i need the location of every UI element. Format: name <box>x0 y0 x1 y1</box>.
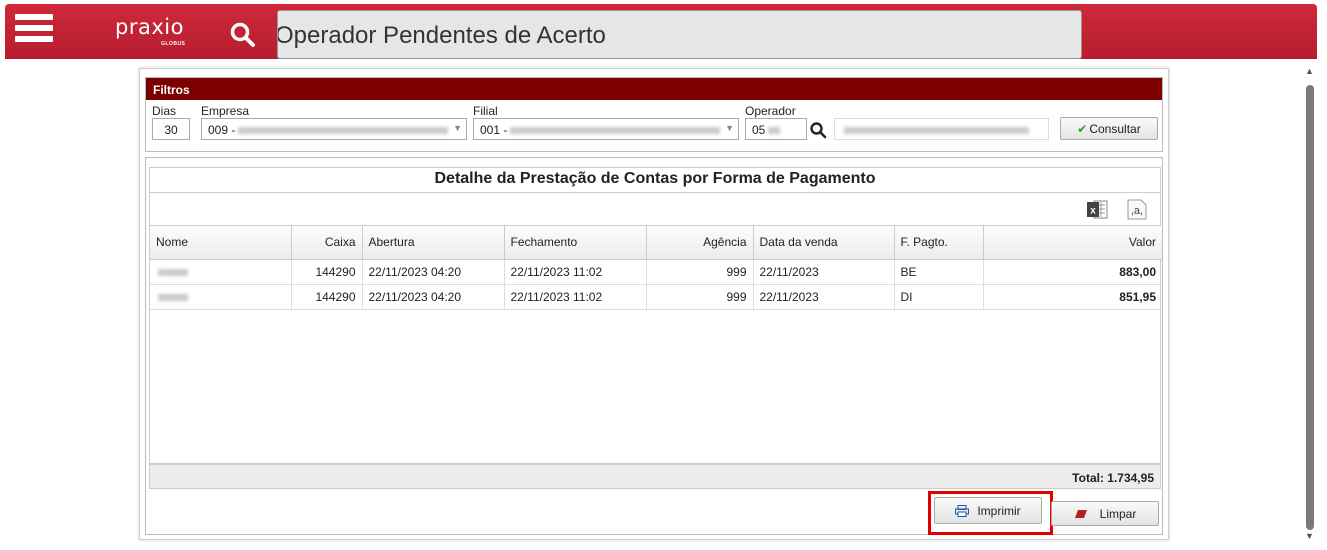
column-header[interactable]: Data da venda <box>753 226 895 260</box>
grid-toolbar: x ,a, <box>149 192 1161 225</box>
empresa-select[interactable]: 009 - ▼ <box>201 118 467 140</box>
filial-label: Filial <box>473 104 498 118</box>
page-title-field[interactable]: Operador Pendentes de Acerto <box>277 10 1082 59</box>
column-header[interactable]: Caixa <box>291 226 363 260</box>
cell-nome <box>150 284 292 310</box>
dias-label: Dias <box>152 104 177 118</box>
column-header[interactable]: Fechamento <box>504 226 647 260</box>
dias-value: 30 <box>164 123 178 137</box>
cell-valor: 851,95 <box>983 284 1162 310</box>
operador-name-field <box>834 118 1049 140</box>
column-header[interactable]: Valor <box>983 226 1162 260</box>
consultar-label: Consultar <box>1089 121 1141 136</box>
operador-search-icon[interactable] <box>809 121 827 139</box>
praxio-logo: praxio GLOBUS <box>115 15 185 47</box>
operador-value: 05 <box>752 123 766 137</box>
column-header[interactable]: Nome <box>150 226 292 260</box>
column-header[interactable]: Abertura <box>362 226 505 260</box>
excel-export-icon[interactable]: x <box>1086 199 1108 220</box>
filial-value: 001 - <box>480 123 508 137</box>
main-panel: Filtros Dias 30 Empresa 009 - ▼ Filial 0… <box>139 68 1169 540</box>
cell-fechamento: 22/11/2023 11:02 <box>504 259 647 285</box>
filial-select[interactable]: 001 - ▼ <box>473 118 739 140</box>
table-header-row: Nome Caixa Abertura Fechamento Agência D… <box>150 226 1162 260</box>
table-row[interactable]: 144290 22/11/2023 04:20 22/11/2023 11:02… <box>150 284 1162 310</box>
cell-data-venda: 22/11/2023 <box>753 284 895 310</box>
table-row[interactable]: 144290 22/11/2023 04:20 22/11/2023 11:02… <box>150 259 1162 285</box>
filters-section: Filtros Dias 30 Empresa 009 - ▼ Filial 0… <box>145 77 1163 152</box>
column-header[interactable]: F. Pagto. <box>894 226 984 260</box>
svg-text:x: x <box>1090 206 1096 217</box>
limpar-label: Limpar <box>1099 506 1137 521</box>
cell-fechamento: 22/11/2023 11:02 <box>504 284 647 310</box>
empresa-label: Empresa <box>201 104 250 118</box>
limpar-button[interactable]: Limpar <box>1051 501 1159 526</box>
text-export-icon[interactable]: ,a, <box>1126 199 1148 220</box>
logo-subtext: GLOBUS <box>161 41 186 47</box>
cell-nome <box>150 259 292 285</box>
operador-input[interactable]: 05 <box>745 118 807 140</box>
highlight-box <box>928 491 1053 535</box>
cell-agencia: 999 <box>646 284 754 310</box>
total-summary: Total: 1.734,95 <box>149 464 1161 489</box>
filters-heading: Filtros <box>146 78 1162 100</box>
cell-caixa: 144290 <box>291 259 363 285</box>
search-icon[interactable] <box>229 21 257 49</box>
column-header[interactable]: Agência <box>646 226 754 260</box>
logo-text: praxio <box>115 15 184 39</box>
cell-f-pagto: BE <box>894 259 984 285</box>
cell-valor: 883,00 <box>983 259 1162 285</box>
data-grid: Nome Caixa Abertura Fechamento Agência D… <box>149 225 1162 464</box>
scroll-up-arrow[interactable]: ▲ <box>1305 66 1314 76</box>
scroll-down-arrow[interactable]: ▼ <box>1305 531 1314 541</box>
consultar-button[interactable]: ✔ Consultar <box>1060 117 1158 140</box>
cell-abertura: 22/11/2023 04:20 <box>362 259 505 285</box>
menu-icon[interactable] <box>15 14 53 48</box>
empresa-value: 009 - <box>208 123 236 137</box>
cell-caixa: 144290 <box>291 284 363 310</box>
check-icon: ✔ <box>1077 121 1088 136</box>
dias-input[interactable]: 30 <box>152 118 190 140</box>
chevron-down-icon: ▼ <box>725 123 734 133</box>
chevron-down-icon: ▼ <box>453 123 462 133</box>
page-title: Operador Pendentes de Acerto <box>277 22 606 49</box>
eraser-icon <box>1074 509 1087 518</box>
cell-data-venda: 22/11/2023 <box>753 259 895 285</box>
cell-agencia: 999 <box>646 259 754 285</box>
app-header: praxio GLOBUS Operador Pendentes de Acer… <box>5 4 1317 59</box>
cell-f-pagto: DI <box>894 284 984 310</box>
results-section: Detalhe da Prestação de Contas por Forma… <box>145 157 1163 535</box>
operador-label: Operador <box>745 104 796 118</box>
grid-title: Detalhe da Prestação de Contas por Forma… <box>149 167 1161 193</box>
cell-abertura: 22/11/2023 04:20 <box>362 284 505 310</box>
svg-text:,a,: ,a, <box>1131 205 1143 217</box>
scrollbar-thumb[interactable] <box>1306 85 1314 530</box>
